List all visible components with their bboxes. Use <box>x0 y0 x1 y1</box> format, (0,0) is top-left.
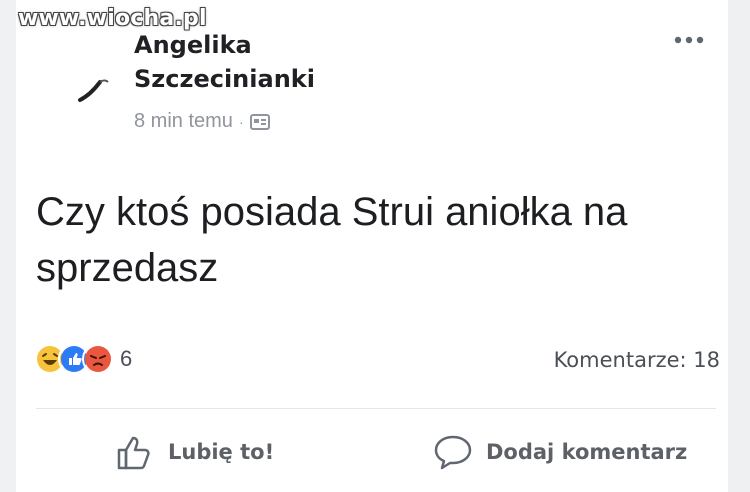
actions-divider <box>36 408 716 409</box>
watermark: www.wiocha.pl <box>18 6 207 31</box>
author-name[interactable]: Angelika Szczecinianki <box>134 28 434 96</box>
post-time[interactable]: 8 min temu <box>134 110 233 133</box>
right-frame-edge <box>728 0 750 492</box>
audience-icon <box>249 113 270 131</box>
more-options-icon[interactable] <box>672 30 710 50</box>
comment-bubble-icon <box>434 435 472 470</box>
like-label: Lubię to! <box>168 440 275 464</box>
angry-icon <box>82 343 114 375</box>
thumbs-up-icon <box>117 436 150 470</box>
like-button[interactable]: Lubię to! <box>114 428 274 476</box>
reaction-count: 6 <box>120 346 133 371</box>
reactions-summary[interactable]: 6 <box>34 343 132 375</box>
author-name-line1: Angelika <box>134 31 252 59</box>
post-text: Czy ktoś posiada Strui aniołka na sprzed… <box>36 190 628 290</box>
left-frame-edge <box>0 0 16 492</box>
comments-count[interactable]: Komentarze: 18 <box>554 348 720 372</box>
meta-separator: · <box>238 113 244 130</box>
add-comment-button[interactable]: Dodaj komentarz <box>432 428 687 476</box>
avatar-image <box>78 79 109 102</box>
author-name-line2: Szczecinianki <box>134 65 315 93</box>
avatar[interactable] <box>70 60 120 110</box>
add-comment-label: Dodaj komentarz <box>486 440 688 464</box>
post-meta: 8 min temu · <box>134 110 270 133</box>
